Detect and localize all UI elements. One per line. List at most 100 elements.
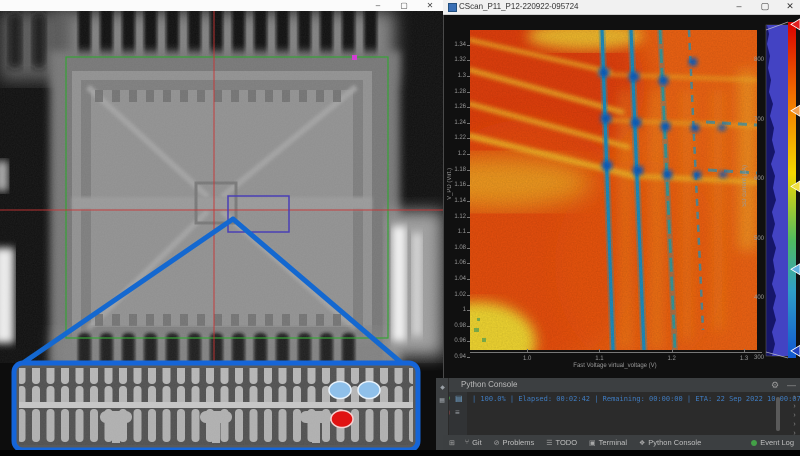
- y-tick-mark: [467, 341, 470, 342]
- status-tab-label: Python Console: [648, 438, 701, 447]
- colorbar[interactable]: [742, 14, 800, 378]
- scan-minimize-button[interactable]: –: [726, 0, 752, 13]
- status-tab-git-icon: ⑂: [465, 439, 469, 446]
- status-tab-terminal[interactable]: ▣Terminal: [589, 438, 627, 447]
- tool-windows-icon[interactable]: ⊞: [449, 439, 455, 447]
- colorbar-tick: 600: [748, 176, 764, 182]
- collapsed-chevron-icon[interactable]: ›: [793, 412, 795, 419]
- y-tick: 1.24: [446, 120, 466, 126]
- status-tab-label: TODO: [556, 438, 578, 447]
- left-close-button[interactable]: ✕: [418, 0, 442, 11]
- y-tick-mark: [467, 232, 470, 233]
- screenshot-root: – ▢ ✕: [0, 0, 800, 456]
- y-tick-mark: [467, 60, 470, 61]
- y-tick: 0.98: [446, 323, 466, 329]
- y-axis-label: V_PD (Virt.): [447, 168, 453, 200]
- y-tick-mark: [467, 185, 470, 186]
- y-tick-mark: [467, 248, 470, 249]
- y-tick-mark: [467, 326, 470, 327]
- colorbar-tick: 300: [748, 355, 764, 361]
- x-axis-label: Fast Voltage virtual_voltage (V): [540, 363, 690, 369]
- y-tick-mark: [467, 357, 470, 358]
- y-tick-mark: [467, 45, 470, 46]
- console-chevron-strip[interactable]: ›››››: [789, 394, 800, 437]
- y-tick: 1.06: [446, 260, 466, 266]
- y-tick: 0.94: [446, 354, 466, 360]
- event-log-icon: [751, 440, 757, 446]
- status-tab-git[interactable]: ⑂Git: [465, 438, 482, 447]
- chip-xray-image[interactable]: [0, 11, 443, 450]
- y-tick-mark: [467, 201, 470, 202]
- y-tick: 1: [446, 307, 466, 313]
- colorbar-tick: 800: [748, 57, 764, 63]
- console-minimize-icon[interactable]: —: [787, 379, 796, 391]
- status-tab-problems-icon: ⊘: [494, 439, 500, 447]
- app-icon: [448, 3, 457, 12]
- status-tab-todo-icon: ☰: [546, 439, 552, 447]
- y-tick-mark: [467, 123, 470, 124]
- y-tick-mark: [467, 279, 470, 280]
- colorbar-tick: 400: [748, 295, 764, 301]
- probe-dot-blue-1[interactable]: [329, 382, 351, 399]
- y-tick-mark: [467, 154, 470, 155]
- status-tab-label: Terminal: [599, 438, 627, 447]
- y-tick: 1.34: [446, 42, 466, 48]
- y-tick: 0.96: [446, 338, 466, 344]
- y-tick-mark: [467, 310, 470, 311]
- probe-dot-blue-2[interactable]: [358, 382, 380, 399]
- y-tick: 1.02: [446, 292, 466, 298]
- scan-window-titlebar[interactable]: CScan_P11_P12-220922-095724 – ▢ ✕: [443, 0, 800, 15]
- inset-zoom[interactable]: [14, 363, 418, 450]
- collapsed-chevron-icon[interactable]: ›: [793, 394, 795, 401]
- soft-wrap-icon[interactable]: ≡: [455, 408, 460, 418]
- scan-close-button[interactable]: ✕: [777, 0, 800, 13]
- y-tick-mark: [467, 295, 470, 296]
- y-tick-mark: [467, 76, 470, 77]
- y-tick: 1.32: [446, 57, 466, 63]
- status-tab-python-console[interactable]: ❖Python Console: [639, 438, 701, 447]
- collapsed-chevron-icon[interactable]: ›: [793, 403, 795, 410]
- heatmap-plot[interactable]: [470, 30, 757, 350]
- status-tab-event-log[interactable]: Event Log: [751, 438, 794, 447]
- left-maximize-button[interactable]: ▢: [392, 0, 416, 11]
- x-tick: 1.1: [589, 356, 609, 362]
- console-scrollbar[interactable]: [776, 397, 780, 431]
- y-tick-mark: [467, 107, 470, 108]
- python-console-header[interactable]: Python Console ⚙ —: [443, 378, 800, 392]
- y-tick-mark: [467, 92, 470, 93]
- status-tab-label: Problems: [503, 438, 535, 447]
- y-tick: 1.04: [446, 276, 466, 282]
- y-tick-mark: [467, 217, 470, 218]
- roi-marker[interactable]: [352, 55, 357, 60]
- colorbar-tick: 700: [748, 117, 764, 123]
- y-tick: 1.2: [446, 151, 466, 157]
- sciview-icon[interactable]: ◆: [439, 385, 446, 390]
- scan-window-title: CScan_P11_P12-220922-095724: [459, 2, 579, 11]
- probe-dot-red[interactable]: [331, 411, 353, 428]
- console-settings-icon[interactable]: ⚙: [771, 379, 779, 391]
- y-tick-mark: [467, 138, 470, 139]
- x-axis-line: [470, 352, 762, 353]
- y-tick: 1.22: [446, 135, 466, 141]
- colorbar-label: SD current (µA): [742, 165, 748, 207]
- collapsed-chevron-icon[interactable]: ›: [793, 421, 795, 428]
- console-tab-icon[interactable]: ▦: [438, 398, 445, 404]
- colorbar-gradient: [788, 22, 796, 358]
- y-tick: 1.3: [446, 73, 466, 79]
- y-tick: 1.12: [446, 214, 466, 220]
- y-tick: 1.26: [446, 104, 466, 110]
- console-list-icon[interactable]: ▤: [455, 394, 463, 404]
- status-tab-label: Event Log: [760, 438, 794, 447]
- left-minimize-button[interactable]: –: [366, 0, 390, 11]
- status-tab-terminal-icon: ▣: [589, 439, 596, 447]
- status-tab-problems[interactable]: ⊘Problems: [494, 438, 535, 447]
- x-tick: 1.2: [662, 356, 682, 362]
- y-tick: 1.28: [446, 89, 466, 95]
- x-tick: 1.0: [517, 356, 537, 362]
- status-tab-label: Git: [472, 438, 482, 447]
- status-tab-todo[interactable]: ☰ TODO: [546, 438, 577, 447]
- python-console-title: Python Console: [461, 380, 517, 389]
- y-tick-mark: [467, 170, 470, 171]
- scan-maximize-button[interactable]: ▢: [752, 0, 778, 13]
- console-output-line: | 100.0% | Elapsed: 00:02:42 | Remaining…: [472, 395, 800, 403]
